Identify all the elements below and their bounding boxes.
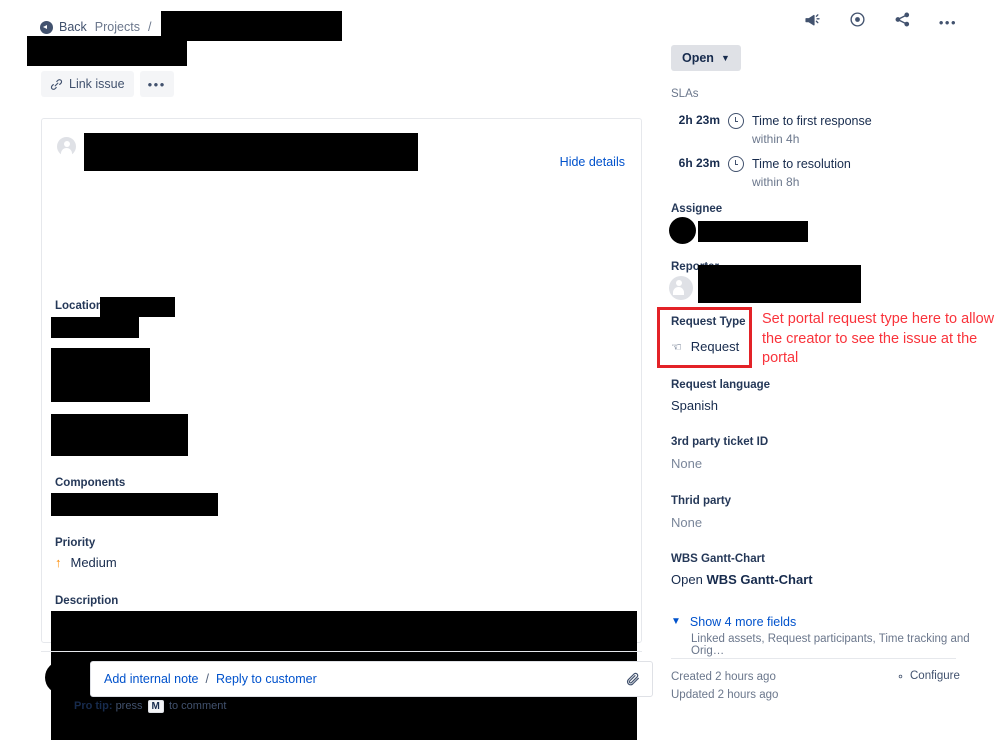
hide-details-link[interactable]: Hide details (560, 155, 625, 169)
link-issue-button[interactable]: Link issue (41, 71, 134, 97)
sidebar-more-icon[interactable]: ••• (939, 16, 957, 29)
issue-detail-card: Hide details Location Components Priorit… (41, 118, 642, 740)
sla-target: within 8h (752, 175, 800, 189)
priority-field-value[interactable]: ↑ Medium (55, 555, 117, 570)
megaphone-icon[interactable] (804, 11, 821, 33)
clock-icon (728, 156, 744, 172)
show-more-fields-toggle[interactable]: ▼ Show 4 more fields (671, 615, 796, 629)
priority-medium-arrow-icon: ↑ (55, 555, 62, 570)
more-actions-button[interactable]: ••• (139, 71, 174, 97)
show-more-fields-label: Show 4 more fields (689, 615, 797, 629)
redacted-field-block-c (51, 348, 150, 402)
sidebar-divider (671, 658, 956, 659)
components-field-label: Components (55, 477, 126, 489)
more-dots-icon: ••• (147, 76, 166, 92)
redacted-components-value (51, 493, 218, 516)
thrid-party-field-value[interactable]: None (671, 515, 702, 530)
assignee-field-label: Assignee (671, 203, 723, 215)
sla-row: 6h 23m Time to resolution within 8h (671, 155, 851, 191)
sla-title: Time to resolution (752, 157, 851, 171)
add-internal-note-link[interactable]: Add internal note (104, 672, 199, 686)
request-language-field-value[interactable]: Spanish (671, 398, 718, 413)
comment-input-box[interactable]: Add internal note / Reply to customer (90, 661, 653, 697)
back-button[interactable]: Back (40, 20, 87, 34)
issue-type-avatar-icon (57, 137, 76, 157)
priority-value-label: Medium (70, 555, 117, 570)
location-field-label: Location (55, 300, 103, 312)
main-content-column: Back Projects / Link issue ••• Hide deta… (0, 0, 660, 740)
sla-title: Time to first response (752, 114, 872, 128)
wbs-gantt-chart-link[interactable]: WBS Gantt-Chart (706, 572, 812, 587)
back-label: Back (59, 20, 87, 34)
third-party-ticket-id-field-label: 3rd party ticket ID (671, 436, 769, 448)
redacted-location-value-a (100, 297, 175, 317)
issue-action-toolbar: Link issue ••• (41, 71, 174, 97)
redacted-reporter-name (698, 265, 861, 303)
comment-composer: Add internal note / Reply to customer (45, 661, 653, 697)
priority-field-label: Priority (55, 537, 96, 549)
watch-eye-icon[interactable] (849, 11, 866, 33)
updated-timestamp: Updated 2 hours ago (671, 689, 779, 701)
pro-tip-suffix: to comment (168, 700, 227, 712)
configure-button[interactable]: Configure (895, 670, 960, 682)
redacted-breadcrumb-project-name (161, 11, 343, 41)
redacted-location-value-b (51, 317, 139, 338)
link-issue-label: Link issue (69, 77, 125, 91)
breadcrumb-separator: / (147, 20, 152, 34)
issue-summary-row (57, 133, 418, 171)
gear-icon (898, 674, 903, 678)
show-more-fields-subtext: Linked assets, Request participants, Tim… (691, 633, 970, 657)
annotation-highlight-box (657, 307, 752, 368)
status-dropdown-button[interactable]: Open ▼ (671, 45, 741, 71)
pro-tip-key: M (147, 700, 164, 713)
attachment-icon[interactable] (625, 671, 641, 690)
wbs-gantt-chart-field-label: WBS Gantt-Chart (671, 553, 765, 565)
comment-separator: / (205, 672, 209, 686)
sla-time-remaining: 6h 23m (678, 156, 720, 170)
reply-to-customer-link[interactable]: Reply to customer (216, 672, 317, 686)
current-user-avatar (45, 661, 78, 694)
share-icon[interactable] (894, 11, 911, 33)
wbs-gantt-chart-field-value[interactable]: Open WBS Gantt-Chart (671, 572, 813, 587)
sla-target: within 4h (752, 132, 800, 146)
redacted-field-block-d (51, 414, 188, 456)
pro-tip-press: press (115, 700, 143, 712)
request-language-field-label: Request language (671, 379, 771, 391)
slas-section-label: SLAs (671, 88, 699, 100)
wbs-open-text: Open (671, 572, 703, 587)
redacted-issue-summary (84, 133, 418, 171)
link-icon (50, 78, 63, 90)
created-timestamp: Created 2 hours ago (671, 671, 776, 683)
sidebar-icon-toolbar: ••• (804, 11, 957, 33)
chevron-down-icon: ▼ (671, 616, 681, 627)
configure-label: Configure (910, 670, 960, 682)
pro-tip-text: Pro tip: press M to comment (74, 700, 226, 713)
thrid-party-field-label: Thrid party (671, 495, 732, 507)
redacted-issue-title (27, 36, 187, 66)
chevron-down-icon: ▼ (720, 52, 730, 63)
status-label: Open (682, 51, 714, 65)
assignee-avatar (669, 217, 696, 244)
comment-divider (41, 651, 642, 652)
breadcrumb-projects-link[interactable]: Projects (95, 20, 140, 34)
reporter-avatar (669, 276, 693, 300)
clock-icon (728, 113, 744, 129)
pro-tip-prefix: Pro tip: (74, 700, 113, 712)
description-field-label: Description (55, 595, 119, 607)
sla-time-remaining: 2h 23m (678, 113, 720, 127)
sla-row: 2h 23m Time to first response within 4h (671, 112, 872, 148)
third-party-ticket-id-field-value[interactable]: None (671, 456, 702, 471)
annotation-text: Set portal request type here to allow th… (762, 311, 995, 367)
back-arrow-icon (40, 20, 53, 34)
redacted-assignee-name (698, 221, 808, 242)
